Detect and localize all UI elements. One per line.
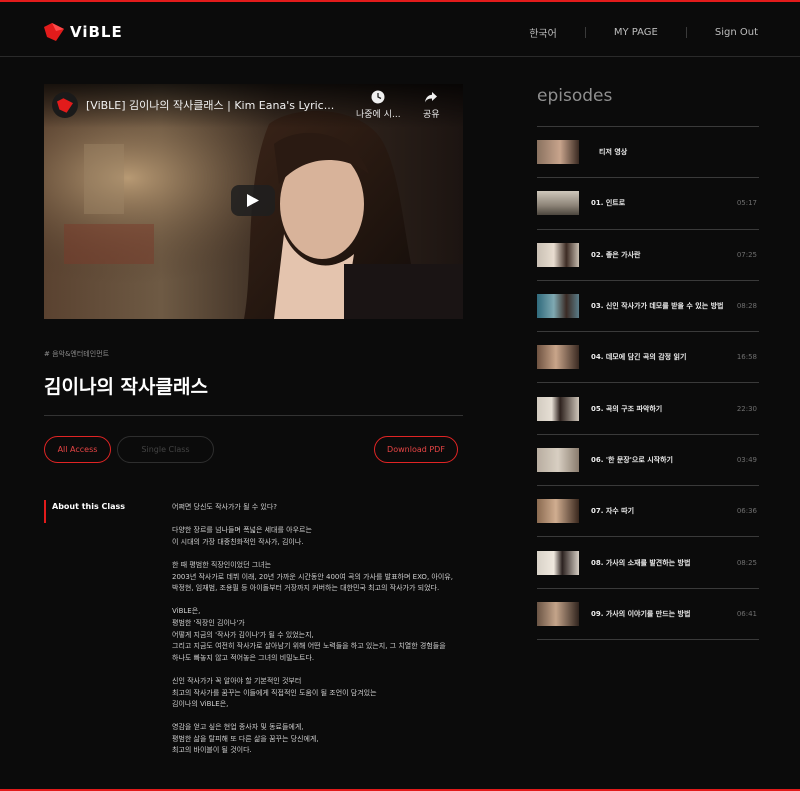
episode-item-01[interactable]: 01. 인트로 05:17 [537, 178, 759, 230]
watch-later-control[interactable]: 나중에 시... [356, 90, 401, 120]
episode-item-04[interactable]: 04. 데모에 담긴 곡의 감정 읽기 16:58 [537, 332, 759, 384]
episode-title: 09. 가사의 이야기를 만드는 방법 [591, 609, 691, 618]
signout-link[interactable]: Sign Out [715, 27, 758, 38]
episode-item-03[interactable]: 03. 신인 작사가가 데모를 받을 수 있는 방법 08:28 [537, 281, 759, 333]
episode-thumbnail [537, 499, 579, 524]
episode-duration: 16:58 [736, 353, 757, 362]
description-paragraph: 신인 작사가가 꼭 알아야 할 기본적인 것부터 최고의 작사가를 꿈꾸는 이들… [172, 676, 377, 709]
episode-thumbnail [537, 191, 579, 216]
mypage-link[interactable]: MY PAGE [614, 27, 658, 38]
episode-item-09[interactable]: 09. 가사의 이야기를 만드는 방법 06:41 [537, 589, 759, 640]
logo[interactable]: ViBLE [44, 23, 123, 41]
episode-item-teaser[interactable]: 티저 영상 [537, 127, 759, 179]
nav-divider [685, 27, 687, 38]
episode-item-02[interactable]: 02. 좋은 가사란 07:25 [537, 230, 759, 281]
episode-thumbnail [537, 396, 579, 421]
episode-thumbnail [537, 140, 579, 165]
language-link[interactable]: 한국어 [529, 25, 557, 40]
share-control[interactable]: 공유 [423, 90, 440, 120]
watch-later-label: 나중에 시... [356, 110, 401, 120]
episode-duration: 07:25 [736, 250, 757, 259]
episode-title: 07. 자수 따기 [591, 507, 635, 516]
episode-thumbnail [537, 550, 579, 575]
episode-title: 06. '한 문장'으로 시작하기 [591, 455, 673, 464]
nav-divider [584, 27, 586, 38]
episode-item-06[interactable]: 06. '한 문장'으로 시작하기 03:49 [537, 435, 759, 487]
episode-duration: 05:17 [736, 199, 757, 208]
episode-duration: 03:49 [736, 455, 757, 464]
episode-duration: 08:28 [736, 302, 757, 311]
episode-thumbnail [537, 601, 579, 626]
download-pdf-button[interactable]: Download PDF [374, 436, 458, 463]
episode-title: 02. 좋은 가사란 [591, 250, 641, 259]
logo-text: ViBLE [70, 23, 123, 41]
episode-thumbnail [537, 294, 579, 319]
header: ViBLE 한국어 MY PAGE Sign Out [0, 2, 800, 57]
episode-duration: 06:36 [736, 507, 757, 516]
play-icon [247, 194, 259, 207]
description-paragraph: 영감을 얻고 싶은 현업 종사자 및 동료들에게, 평범한 삶을 탈피해 또 다… [172, 723, 319, 755]
single-class-button[interactable]: Single Class [117, 436, 214, 463]
channel-logo-icon [57, 97, 73, 113]
episode-thumbnail [537, 242, 579, 267]
episode-item-08[interactable]: 08. 가사의 소재를 발견하는 방법 08:25 [537, 537, 759, 589]
class-title: 김이나의 작사클래스 [44, 376, 208, 398]
episode-duration: 08:25 [736, 558, 757, 567]
play-button[interactable] [231, 185, 275, 216]
episode-title: 04. 데모에 담긴 곡의 감정 읽기 [591, 353, 687, 362]
top-nav: 한국어 MY PAGE Sign Out [529, 25, 758, 40]
description-paragraph: 어쩌면 당신도 작사가가 될 수 있다? [172, 503, 278, 511]
class-category[interactable]: # 음악&엔터테인먼트 [44, 349, 109, 359]
description-paragraph: ViBLE은, 평범한 '직장인 김이나'가 어떻게 지금의 '작사가 김이나'… [172, 607, 446, 662]
episode-title: 티저 영상 [599, 148, 628, 157]
episode-title: 05. 곡의 구조 파악하기 [591, 404, 663, 413]
episode-duration: 22:30 [736, 404, 757, 413]
episode-thumbnail [537, 345, 579, 370]
video-player[interactable]: [ViBLE] 김이나의 작사클래스 | Kim Eana's Lyric...… [44, 84, 463, 319]
episode-title: 03. 신인 작사가가 데모를 받을 수 있는 방법 [591, 302, 724, 311]
episode-list: 티저 영상 01. 인트로 05:17 02. 좋은 가사란 07:25 03.… [537, 126, 759, 640]
video-title[interactable]: [ViBLE] 김이나의 작사클래스 | Kim Eana's Lyric... [86, 97, 346, 113]
episodes-heading: episodes [537, 86, 613, 106]
episode-item-07[interactable]: 07. 자수 따기 06:36 [537, 486, 759, 538]
share-label: 공유 [423, 110, 440, 120]
share-icon [425, 92, 438, 103]
episode-thumbnail [537, 447, 579, 472]
episode-item-05[interactable]: 05. 곡의 구조 파악하기 22:30 [537, 383, 759, 435]
description-paragraph: 다양한 장르를 넘나들며 폭넓은 세대를 아우르는 이 시대의 가장 대중친화적… [172, 526, 312, 546]
description-paragraph: 한 때 평범한 직장인이었던 그녀는 2003년 작사가로 데뷔 이래, 20년… [172, 560, 453, 593]
divider [44, 415, 463, 416]
all-access-button[interactable]: All Access [44, 436, 111, 463]
class-description: 어쩌면 당신도 작사가가 될 수 있다? 다양한 장르를 넘나들며 폭넓은 세대… [172, 502, 472, 769]
episode-duration: 06:41 [736, 609, 757, 618]
episode-title: 08. 가사의 소재를 발견하는 방법 [591, 558, 691, 567]
vible-logo-icon [44, 23, 64, 41]
episode-title: 01. 인트로 [591, 199, 626, 208]
channel-avatar[interactable] [52, 92, 78, 118]
clock-icon [371, 90, 385, 104]
about-class-label: About this Class [44, 500, 125, 523]
